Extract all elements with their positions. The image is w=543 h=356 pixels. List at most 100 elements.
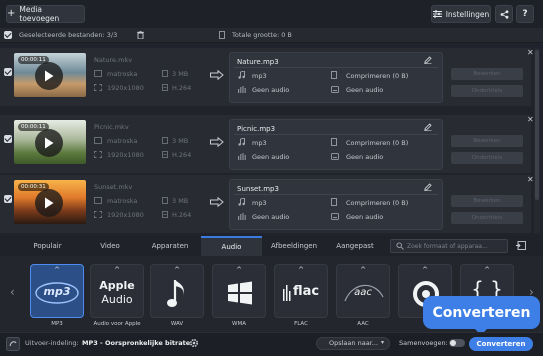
music-icon (238, 198, 245, 206)
convert-tooltip: Converteren (423, 296, 540, 335)
select-all-checkbox[interactable] (4, 31, 12, 39)
trash-icon[interactable] (137, 31, 144, 39)
edit-button[interactable]: Bewerken (451, 135, 523, 147)
tab-images[interactable]: Afbeeldingen (263, 236, 325, 256)
format-tile-flac[interactable]: ^ flac (274, 264, 328, 318)
play-icon[interactable] (35, 129, 63, 157)
output-format[interactable]: mp3 (252, 139, 267, 147)
output-subtitles[interactable]: Geen audio (346, 86, 383, 94)
output-file-name[interactable]: Sunset.mp3 (237, 185, 279, 193)
gear-icon[interactable] (189, 338, 199, 348)
mp3-icon-text: mp3 (43, 285, 71, 298)
codec-icon (162, 84, 168, 91)
collapse-panel-icon[interactable] (516, 241, 526, 250)
video-thumbnail[interactable]: 00:00:11 (14, 120, 86, 164)
share-button[interactable] (495, 5, 513, 23)
output-audio-track[interactable]: Geen audio (252, 213, 289, 221)
file-row-checkbox[interactable] (4, 135, 12, 143)
format-tile-apple-audio[interactable]: ^ Apple Audio (90, 264, 144, 318)
tab-custom[interactable]: Aangepast (325, 236, 385, 256)
output-file-name[interactable]: Nature.mp3 (237, 58, 279, 66)
file-size-icon (162, 137, 168, 144)
output-subtitles[interactable]: Geen audio (346, 213, 383, 221)
source-file-name: Picnic.mkv (94, 123, 129, 131)
format-label-aac: AAC (357, 321, 369, 327)
settings-button[interactable]: Instellingen (431, 5, 491, 23)
file-size-icon (162, 197, 168, 204)
output-format-icon (6, 337, 20, 351)
output-file-name[interactable]: Picnic.mp3 (237, 125, 275, 133)
format-label-flac: FLAC (294, 321, 308, 327)
flac-icon-text: flac (293, 284, 320, 299)
apple-audio-icon-bottom: Audio (101, 293, 133, 306)
format-tile-wav[interactable]: ^ (150, 264, 204, 318)
output-format[interactable]: mp3 (252, 72, 267, 80)
edit-button[interactable]: Bewerken (451, 195, 523, 207)
close-icon[interactable]: ✕ (527, 48, 534, 57)
output-format-value[interactable]: MP3 - Oorspronkelijke bitrate (82, 339, 190, 347)
close-icon[interactable]: ✕ (527, 175, 534, 184)
total-size-label: Totale grootte: 0 B (232, 31, 292, 39)
output-format[interactable]: mp3 (252, 199, 267, 207)
format-tile-mp3[interactable]: ^ mp3 (30, 264, 84, 318)
pencil-icon[interactable] (424, 183, 432, 191)
source-size: 3 MB (172, 70, 189, 78)
source-codec: H.264 (172, 151, 192, 159)
container-icon (94, 137, 102, 144)
edit-button[interactable]: Bewerken (451, 68, 523, 80)
output-compress[interactable]: Comprimeren (0 B) (346, 72, 408, 80)
subtitle-icon (331, 153, 339, 160)
convert-arrow-icon (210, 137, 224, 147)
close-icon[interactable]: ✕ (527, 115, 534, 124)
play-icon[interactable] (35, 62, 63, 90)
subtitles-button[interactable]: Ondertitels (451, 152, 523, 164)
tab-popular[interactable]: Populair (20, 236, 75, 256)
plus-icon: + (7, 8, 16, 19)
format-search-input[interactable]: Zoek formaat of apparaa... (390, 239, 508, 253)
audio-track-icon (238, 153, 246, 160)
output-subtitles[interactable]: Geen audio (346, 153, 383, 161)
pencil-icon[interactable] (424, 123, 432, 131)
scrollbar-thumb[interactable] (535, 50, 539, 200)
selected-files-label: Geselecteerde bestanden: 3/3 (19, 31, 118, 39)
source-container: matroska (107, 197, 138, 205)
subtitle-icon (331, 213, 339, 220)
chevron-up-icon: ^ (298, 266, 304, 274)
file-row-checkbox[interactable] (4, 68, 12, 76)
output-compress[interactable]: Comprimeren (0 B) (346, 139, 408, 147)
add-media-button[interactable]: + Media toevoegen (6, 5, 85, 23)
tab-devices[interactable]: Apparaten (140, 236, 200, 256)
play-icon[interactable] (35, 189, 63, 217)
source-size: 3 MB (172, 197, 189, 205)
output-panel-divider (234, 194, 438, 195)
compress-icon (331, 198, 337, 206)
file-size-icon (219, 31, 225, 39)
output-audio-track[interactable]: Geen audio (252, 86, 289, 94)
source-size: 3 MB (172, 137, 189, 145)
output-compress[interactable]: Comprimeren (0 B) (346, 199, 408, 207)
source-resolution: 1920x1080 (107, 84, 144, 92)
convert-button[interactable]: Converteren (469, 337, 533, 351)
chevron-up-icon: ^ (422, 266, 428, 274)
format-tile-aac[interactable]: ^ aac (336, 264, 390, 318)
music-icon (238, 71, 245, 79)
tab-audio[interactable]: Audio (201, 236, 262, 256)
music-note-icon (166, 276, 190, 310)
output-audio-track[interactable]: Geen audio (252, 153, 289, 161)
file-row-checkbox[interactable] (4, 195, 12, 203)
format-tile-wma[interactable]: ^ (212, 264, 266, 318)
source-file-name: Nature.mkv (94, 56, 133, 64)
source-codec: H.264 (172, 211, 192, 219)
formats-prev-arrow[interactable]: ‹ (10, 285, 15, 299)
pencil-icon[interactable] (424, 56, 432, 64)
apple-audio-icon-top: Apple (99, 279, 135, 292)
video-thumbnail[interactable]: 00:00:11 (14, 53, 86, 97)
resolution-icon (94, 84, 102, 91)
tab-video[interactable]: Video (80, 236, 140, 256)
subtitles-button[interactable]: Ondertitels (451, 85, 523, 97)
help-button[interactable]: ? (516, 5, 534, 23)
merge-toggle[interactable] (449, 339, 465, 347)
video-thumbnail[interactable]: 00:00:31 (14, 180, 86, 224)
subtitles-button[interactable]: Ondertitels (451, 212, 523, 224)
music-icon (238, 138, 245, 146)
